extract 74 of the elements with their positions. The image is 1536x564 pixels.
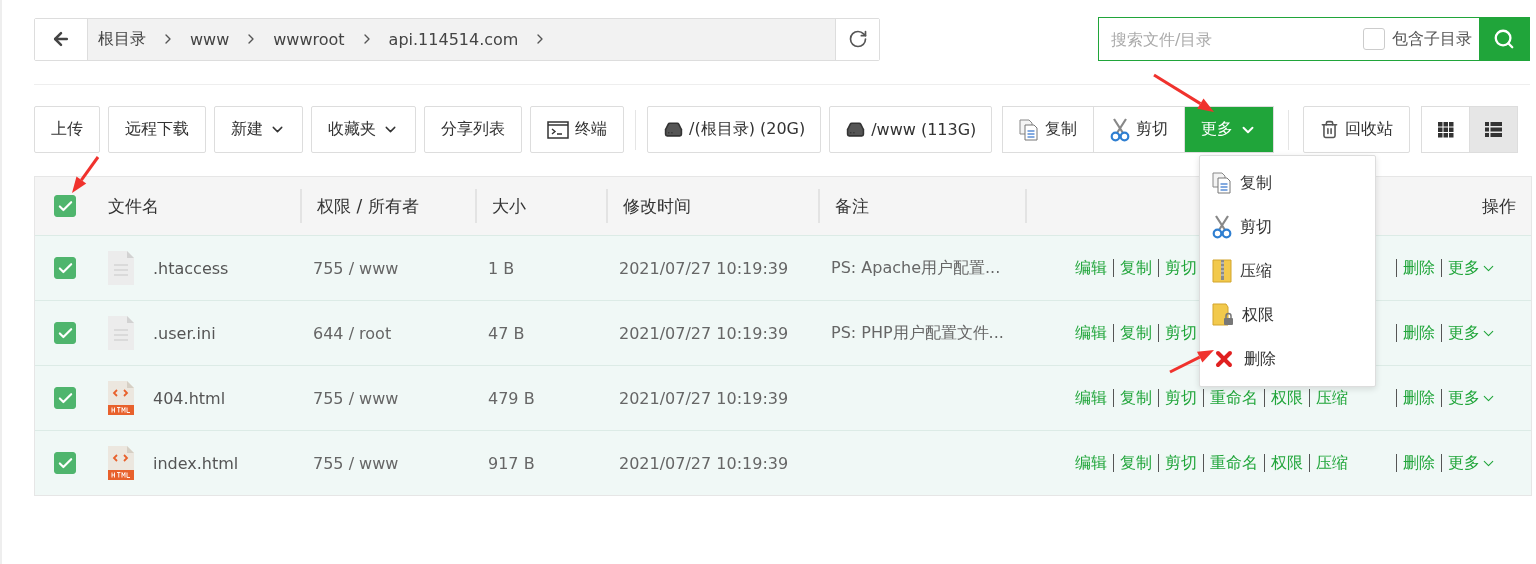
view-toggle-button[interactable]: [1469, 106, 1519, 153]
scissors-icon: [1110, 117, 1131, 142]
table-cell-text: PS: Apache用户配置...: [830, 257, 1002, 279]
refresh-icon: [847, 29, 868, 49]
breadcrumb-link[interactable]: api.114514.com: [388, 29, 519, 49]
table-cell-text: 2021/07/27 10:19:39: [618, 258, 790, 278]
scissors-icon: [1212, 215, 1233, 239]
breadcrumb-link[interactable]: wwwroot: [273, 29, 345, 49]
table-cell-text: 47 B: [487, 323, 526, 343]
grid-view-icon: [1437, 121, 1454, 138]
checkbox[interactable]: [54, 387, 76, 409]
checkbox[interactable]: [1363, 28, 1385, 50]
file-name[interactable]: 404.html: [153, 388, 226, 408]
toolbar-button[interactable]: 远程下载: [108, 106, 206, 153]
file-name[interactable]: .htaccess: [153, 258, 229, 278]
table-cell-text: 479 B: [487, 388, 536, 408]
copy-icon: [1212, 172, 1233, 194]
table-cell-text: 755 / www: [312, 453, 400, 473]
text-file-icon: [107, 250, 135, 286]
column-header: 文件名: [107, 194, 160, 218]
text-file-icon: [107, 315, 135, 351]
annotation-arrow: [72, 156, 100, 193]
html-file-icon: [107, 380, 135, 416]
checkbox[interactable]: [54, 257, 76, 279]
table-cell-text: 1 B: [487, 258, 516, 278]
table-cell-text: 2021/07/27 10:19:39: [618, 323, 790, 343]
toolbar-button[interactable]: /(根目录) (20G): [647, 106, 822, 153]
recycle-bin-button[interactable]: 回收站: [1303, 106, 1411, 153]
locked-folder-icon: [1212, 303, 1235, 327]
table-cell-text: PS: PHP用户配置文件...: [830, 322, 1005, 344]
toolbar-button[interactable]: 上传: [34, 106, 100, 153]
column-header: 修改时间: [606, 189, 818, 223]
toolbar-button[interactable]: 终端: [530, 106, 624, 153]
toolbar-button[interactable]: 分享列表: [424, 106, 522, 153]
search-field[interactable]: 搜索文件/目录 包含子目录: [1098, 17, 1530, 61]
table-cell-text: 755 / www: [312, 258, 400, 278]
file-name[interactable]: .user.ini: [153, 323, 216, 343]
checkbox[interactable]: [54, 195, 76, 217]
dropdown-button[interactable]: 新建: [214, 106, 303, 153]
terminal-icon: [547, 120, 569, 139]
column-header: 权限 / 所有者: [300, 189, 475, 223]
search-input[interactable]: 搜索文件/目录: [1099, 18, 1363, 60]
table-row[interactable]: 404.html 755 / www 479 B 2021/07/27 10:19:39 编辑 复制 剪切 重命名 权限 压缩 删除 更多: [35, 365, 1531, 430]
column-header: 备注: [818, 189, 1025, 223]
trash-icon: [1320, 120, 1340, 139]
annotation-arrow: [1153, 73, 1214, 112]
breadcrumb-link[interactable]: www: [190, 29, 230, 49]
file-name[interactable]: index.html: [153, 453, 239, 473]
checkbox-label: 包含子目录: [1392, 28, 1472, 50]
toolbar-button[interactable]: 剪切: [1093, 106, 1186, 153]
html-file-icon: [107, 445, 135, 481]
toolbar-button[interactable]: /www (113G): [829, 106, 993, 153]
breadcrumb-link[interactable]: 根目录: [98, 28, 146, 50]
table-row[interactable]: index.html 755 / www 917 B 2021/07/27 10:19:39 编辑 复制 剪切 重命名 权限 压缩 删除 更多: [35, 430, 1531, 495]
checkbox[interactable]: [54, 452, 76, 474]
dropdown-button[interactable]: 收藏夹: [311, 106, 416, 153]
hard-drive-icon: [846, 120, 866, 139]
table-cell-text: 755 / www: [312, 388, 400, 408]
column-header: 大小: [475, 189, 606, 223]
hard-drive-icon: [664, 120, 683, 139]
annotation-arrow: [1169, 350, 1214, 374]
table-cell-text: 2021/07/27 10:19:39: [618, 453, 790, 473]
toolbar-button[interactable]: 复制: [1002, 106, 1095, 153]
table-cell-text: 917 B: [487, 453, 536, 473]
copy-icon: [1019, 118, 1040, 141]
view-toggle-button[interactable]: [1421, 106, 1471, 153]
checkbox[interactable]: [54, 322, 76, 344]
menu-item[interactable]: 压缩: [1200, 249, 1376, 293]
search-icon: [1493, 28, 1515, 50]
zip-folder-icon: [1212, 259, 1233, 283]
table-cell-text: 644 / root: [312, 323, 393, 343]
search-button[interactable]: [1479, 18, 1529, 60]
table-cell-text: 2021/07/27 10:19:39: [618, 388, 790, 408]
list-view-icon: [1485, 122, 1503, 137]
